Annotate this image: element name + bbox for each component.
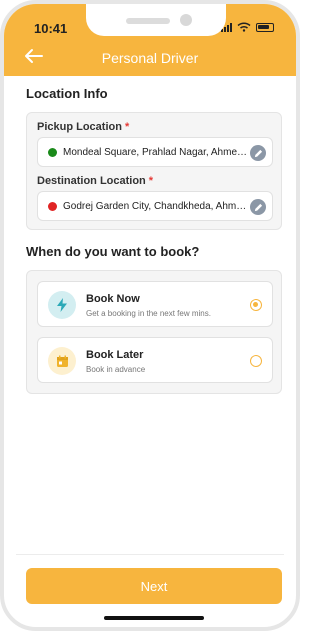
booking-section-title: When do you want to book? (26, 244, 200, 259)
edit-pencil-icon[interactable] (250, 199, 266, 215)
battery-icon (256, 22, 274, 32)
edit-pencil-icon[interactable] (250, 145, 266, 161)
book-now-title: Book Now (86, 293, 140, 305)
pickup-location-field[interactable]: Mondeal Square, Prahlad Nagar, Ahmedabad (37, 137, 273, 167)
next-button[interactable]: Next (26, 568, 282, 604)
destination-label: Destination Location * (37, 175, 153, 187)
front-camera (180, 14, 192, 26)
phone-frame: 10:41 Personal Driver Location Info Pick… (0, 0, 300, 631)
pickup-label-text: Pickup Location (37, 121, 122, 133)
required-mark: * (148, 175, 154, 187)
home-indicator (104, 616, 204, 620)
book-now-radio[interactable] (250, 299, 262, 311)
book-later-radio[interactable] (250, 355, 262, 367)
speaker-grill (126, 18, 170, 24)
page-title: Personal Driver (101, 50, 199, 66)
calendar-icon (48, 347, 76, 375)
destination-location-value: Godrej Garden City, Chandkheda, Ahmedaba… (63, 200, 247, 212)
destination-location-field[interactable]: Godrej Garden City, Chandkheda, Ahmedaba… (37, 191, 273, 221)
device-notch (86, 4, 226, 36)
lightning-icon (48, 291, 76, 319)
book-now-option[interactable]: Book Now Get a booking in the next few m… (37, 281, 273, 327)
destination-dot-icon (48, 201, 57, 211)
required-mark: * (124, 121, 130, 133)
status-time: 10:41 (34, 21, 68, 36)
book-later-option[interactable]: Book Later Book in advance (37, 337, 273, 383)
pickup-dot-icon (48, 147, 57, 157)
booking-card: Book Now Get a booking in the next few m… (26, 270, 282, 394)
location-card: Pickup Location * Mondeal Square, Prahlad… (26, 112, 282, 230)
location-section-title: Location Info (26, 86, 108, 101)
destination-label-text: Destination Location (37, 175, 146, 187)
wifi-icon (237, 22, 251, 32)
pickup-label: Pickup Location * (37, 121, 129, 133)
footer-divider (16, 554, 284, 555)
book-later-subtitle: Book in advance (86, 365, 146, 374)
pickup-location-value: Mondeal Square, Prahlad Nagar, Ahmedabad (63, 146, 247, 158)
status-icons (221, 22, 274, 32)
book-later-title: Book Later (86, 349, 144, 361)
book-now-subtitle: Get a booking in the next few mins. (86, 309, 211, 318)
